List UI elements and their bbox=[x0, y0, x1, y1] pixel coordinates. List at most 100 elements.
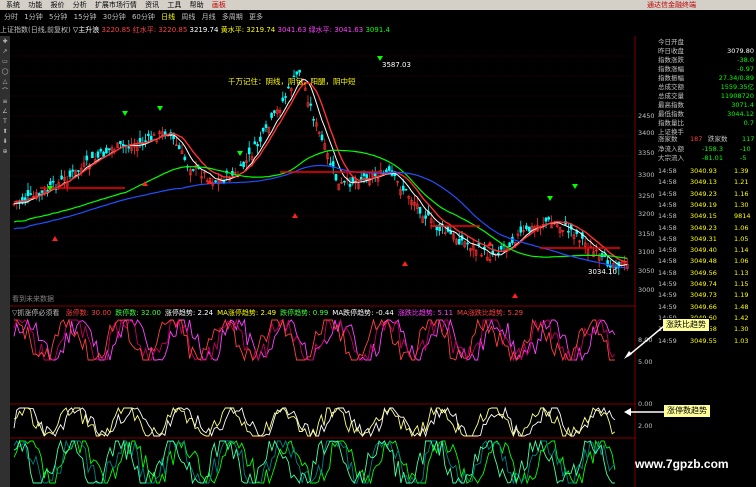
indicator-name: ▽主升浪 bbox=[72, 26, 100, 34]
quote-row: 最高指数 3071.4 bbox=[658, 101, 754, 110]
price-tick: 3300 bbox=[638, 171, 655, 179]
menu-drawing[interactable]: 画板 bbox=[212, 0, 226, 10]
candle-body bbox=[147, 133, 150, 136]
tick-volume: 1.48 bbox=[734, 302, 749, 311]
menu-system[interactable]: 系统 bbox=[6, 0, 20, 10]
candle-body bbox=[329, 163, 332, 166]
tick-time: 14:58 bbox=[658, 223, 677, 232]
sell-arrow-icon bbox=[122, 111, 128, 116]
tool-icon[interactable]: ⊕ bbox=[1, 148, 9, 156]
tool-icon[interactable]: ⬇ bbox=[1, 138, 9, 146]
period-weekly[interactable]: 周线 bbox=[181, 10, 195, 24]
flow-value: -81.01 bbox=[702, 154, 723, 162]
flow-label: 大宗流入 bbox=[658, 154, 684, 162]
tick-time: 14:58 bbox=[658, 246, 677, 255]
sell-arrow-icon bbox=[547, 196, 553, 201]
period-more[interactable]: 更多 bbox=[249, 10, 263, 24]
candle-body bbox=[144, 140, 147, 143]
candle-body bbox=[51, 180, 55, 183]
tick-volume: 1.16 bbox=[734, 189, 749, 198]
quote-panel: 涨家数 187 跌家数 117 净流入额 -158.3 -10 大宗流入 -81.01 -5 14:… bbox=[656, 105, 756, 487]
candle-body bbox=[253, 141, 257, 145]
tool-icon[interactable]: ↗ bbox=[1, 48, 9, 56]
period-30min[interactable]: 30分钟 bbox=[103, 10, 126, 24]
candle-body bbox=[418, 207, 422, 214]
period-5min[interactable]: 5分钟 bbox=[49, 10, 67, 24]
tick-time: 14:58 bbox=[658, 212, 677, 221]
candle-body bbox=[91, 151, 94, 159]
menu-help[interactable]: 帮助 bbox=[190, 0, 204, 10]
menu-tools[interactable]: 工具 bbox=[167, 0, 181, 10]
tick-price: 3049.40 bbox=[690, 246, 717, 255]
tool-icon[interactable]: ∠ bbox=[1, 108, 9, 116]
period-tick[interactable]: 分时 bbox=[4, 10, 18, 24]
tick-volume: 1.19 bbox=[734, 291, 749, 300]
quote-label: 总成交额 bbox=[658, 83, 684, 91]
period-daily[interactable]: 日线 bbox=[161, 10, 175, 24]
indicator-value: 5.29 bbox=[507, 309, 524, 317]
tick-price: 3049.23 bbox=[690, 223, 717, 232]
price-tick: 3000 bbox=[638, 286, 655, 294]
menu-news[interactable]: 资讯 bbox=[145, 0, 159, 10]
tick-price: 3049.48 bbox=[690, 257, 717, 266]
flow-value: -158.3 bbox=[702, 145, 723, 153]
sell-arrow-icon bbox=[237, 151, 243, 156]
low-label: 3034.10 bbox=[588, 268, 617, 276]
quote-label: 指数振幅 bbox=[658, 74, 684, 82]
chart-note: 千万记住：阴线，阴包，阳腿，阴中短 bbox=[228, 77, 356, 86]
tick-volume: 1.06 bbox=[734, 223, 749, 232]
candle-body bbox=[273, 110, 276, 114]
period-multi[interactable]: 多周期 bbox=[222, 10, 243, 24]
tool-icon[interactable]: ⌒ bbox=[1, 88, 9, 96]
menu-extended-market[interactable]: 扩展市场行情 bbox=[95, 0, 137, 10]
tool-icon[interactable]: T bbox=[1, 118, 9, 126]
period-monthly[interactable]: 月线 bbox=[202, 10, 216, 24]
candle-body bbox=[127, 146, 131, 149]
candle-body bbox=[457, 238, 461, 245]
tool-icon[interactable]: △ bbox=[1, 78, 9, 86]
quote-row: 总成交量 11908720 bbox=[658, 92, 754, 101]
candle-body bbox=[284, 96, 287, 98]
ma-line bbox=[13, 164, 628, 269]
kline-chart[interactable] bbox=[10, 36, 636, 487]
tick-time: 14:59 bbox=[658, 280, 677, 288]
candle-body bbox=[99, 149, 103, 152]
menu-quote[interactable]: 报价 bbox=[50, 0, 64, 10]
candle-body bbox=[85, 155, 89, 161]
candle-body bbox=[77, 170, 80, 172]
buy-arrow-icon bbox=[52, 236, 58, 241]
indicator-value: 30.00 bbox=[91, 309, 112, 317]
quote-label: 指数量比 bbox=[658, 119, 684, 127]
tick-volume: 1.06 bbox=[734, 257, 749, 266]
tool-icon[interactable]: ✚ bbox=[1, 38, 9, 46]
candle-body bbox=[68, 170, 72, 177]
candle-body bbox=[281, 97, 285, 102]
tick-time: 14:58 bbox=[658, 234, 677, 243]
candle-body bbox=[298, 69, 301, 73]
menu-analysis[interactable]: 分析 bbox=[73, 0, 87, 10]
tick-time: 14:58 bbox=[658, 178, 677, 187]
tick-time: 14:59 bbox=[658, 291, 677, 300]
tick-price: 3049.19 bbox=[690, 200, 717, 209]
period-60min[interactable]: 60分钟 bbox=[132, 10, 155, 24]
tick-price: 3049.15 bbox=[690, 212, 717, 221]
indicator-item: 涨跌比趋势: 5.11 bbox=[397, 309, 454, 317]
tool-icon[interactable]: ⬆ bbox=[1, 128, 9, 136]
count-trend-callout: 涨停数趋势 bbox=[663, 404, 711, 418]
tool-icon[interactable]: ▭ bbox=[1, 58, 9, 66]
tool-icon[interactable]: ≡ bbox=[1, 98, 9, 106]
candle-body bbox=[544, 217, 548, 222]
tick-volume: 1.30 bbox=[734, 325, 749, 334]
indicator-item: MA涨跌比趋势: 5.29 bbox=[457, 309, 524, 317]
period-1min[interactable]: 1分钟 bbox=[24, 10, 42, 24]
period-15min[interactable]: 15分钟 bbox=[74, 10, 97, 24]
candle-body bbox=[60, 175, 63, 180]
tick-price: 3049.31 bbox=[690, 234, 717, 243]
count-trend-panel bbox=[13, 406, 616, 438]
buy-arrow-icon bbox=[487, 241, 493, 246]
menu-function[interactable]: 功能 bbox=[28, 0, 42, 10]
tool-icon[interactable]: ◯ bbox=[1, 68, 9, 76]
candle-body bbox=[508, 242, 511, 248]
candle-body bbox=[96, 151, 100, 158]
price-tick: 3350 bbox=[638, 149, 655, 157]
